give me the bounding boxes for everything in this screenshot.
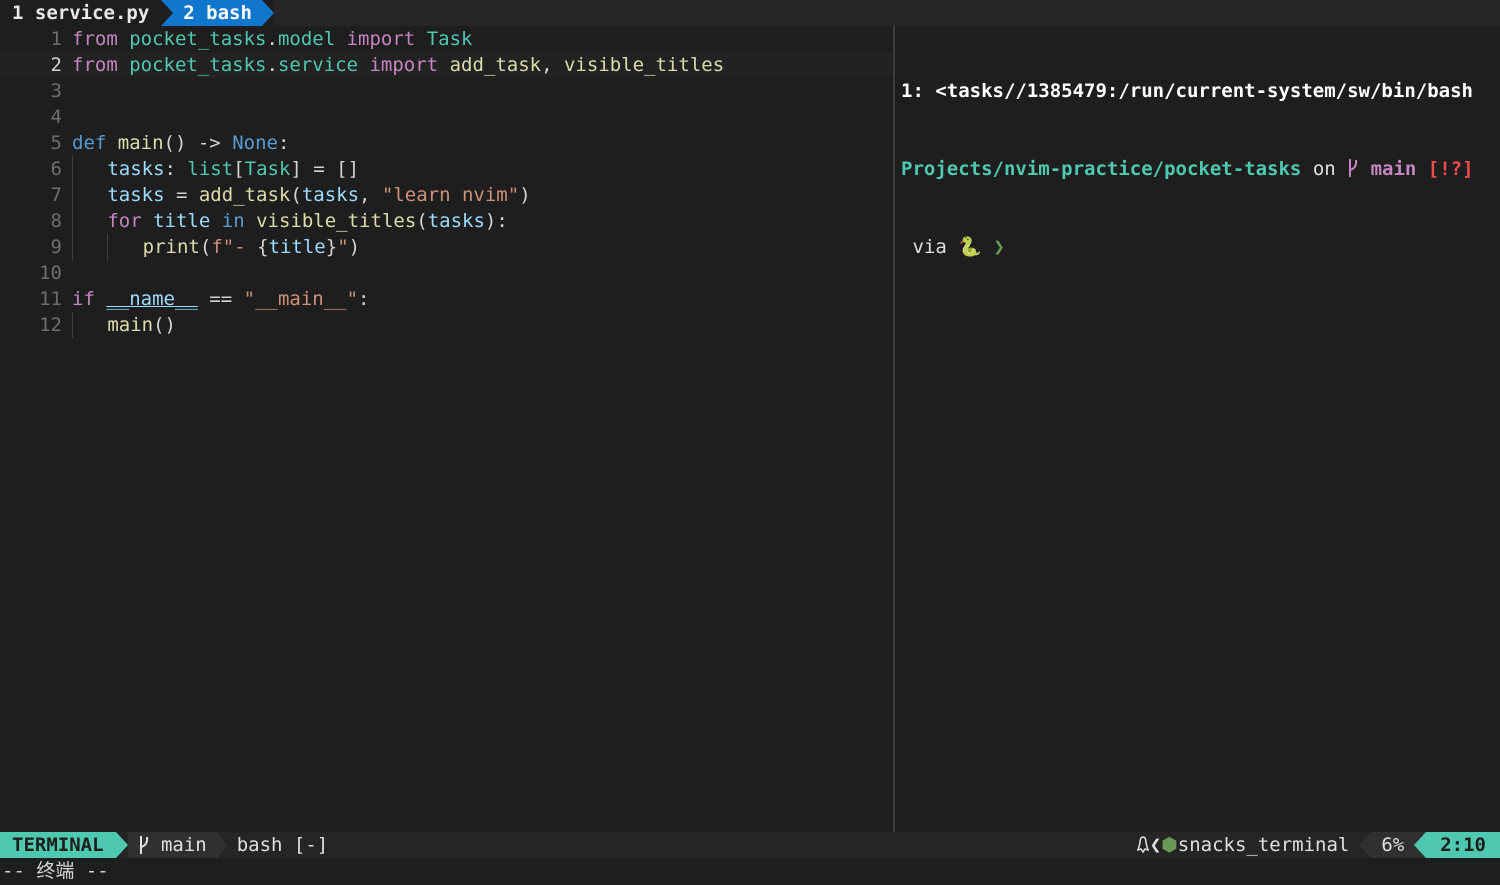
tabline: 1 service.py 2 bash [0, 0, 1500, 26]
code-line-current[interactable]: 2 from pocket_tasks.service import add_t… [0, 52, 893, 78]
filetype-name: snacks_terminal [1177, 834, 1350, 856]
shell-prompt-line-1: Projects/nvim-practice/pocket-tasks on m… [897, 156, 1500, 182]
line-number: 5 [50, 132, 62, 154]
indent-guide [72, 234, 73, 260]
indent-guide [72, 182, 73, 208]
code-line[interactable]: 11 if __name__ == "__main__": [0, 286, 893, 312]
line-number: 2 [50, 54, 62, 76]
line-number: 3 [50, 80, 62, 102]
code-text: def main() -> None: [72, 132, 290, 154]
mode-separator [115, 832, 128, 858]
prompt-path: Projects/nvim-practice/pocket-tasks [901, 158, 1302, 180]
code-line[interactable]: 4 [0, 104, 893, 130]
git-branch-icon [1347, 158, 1359, 180]
line-number: 9 [50, 236, 62, 258]
tab-separator [261, 0, 274, 26]
git-branch-icon [138, 832, 150, 858]
prompt-on: on [1301, 158, 1348, 180]
editor-pane[interactable]: 1 from pocket_tasks.model import Task 2 … [0, 26, 893, 832]
statusline: TERMINAL main bash [-] ❮ ⬢ snacks_termin… [0, 832, 1500, 858]
line-number: 10 [39, 262, 62, 284]
linux-icon [1136, 832, 1150, 858]
prompt-branch: main [1359, 158, 1417, 180]
line-number: 1 [50, 28, 62, 50]
line-number: 8 [50, 210, 62, 232]
code-line[interactable]: 8 for title in visible_titles(tasks): [0, 208, 893, 234]
line-number: 12 [39, 314, 62, 336]
tab-bash[interactable]: 2 bash [161, 0, 262, 26]
buffer-name: bash [-] [226, 832, 339, 858]
terminal-title: 1: <tasks//1385479:/run/current-system/s… [901, 80, 1473, 102]
git-branch-segment: main [127, 832, 217, 858]
command-line[interactable]: -- 终端 -- [0, 858, 1500, 885]
line-number: 6 [50, 158, 62, 180]
tabline-fill [273, 0, 1500, 26]
code-line[interactable]: 9 print(f"- {title}") [0, 234, 893, 260]
neovim-icon: ⬢ [1161, 834, 1178, 856]
prompt-via: via [901, 236, 959, 258]
indent-guide [107, 234, 109, 260]
code-line[interactable]: 10 [0, 260, 893, 286]
prompt-symbol: ❯ [981, 236, 1005, 258]
indent-guide [72, 312, 73, 338]
indent-guide [72, 208, 73, 234]
statusline-fill [338, 832, 1125, 858]
line-number: 4 [50, 106, 62, 128]
line-number: 11 [39, 288, 62, 310]
code-text: tasks = add_task(tasks, "learn nvim") [72, 182, 531, 208]
mode-indicator: TERMINAL [0, 832, 116, 858]
code-line[interactable]: 1 from pocket_tasks.model import Task [0, 26, 893, 52]
shell-prompt-line-2[interactable]: via 🐍 ❯ [897, 234, 1500, 260]
code-line[interactable]: 12 main() [0, 312, 893, 338]
code-text: from pocket_tasks.model import Task [72, 28, 473, 50]
code-text: for title in visible_titles(tasks): [72, 208, 508, 234]
cursor-position: 2:10 [1426, 832, 1500, 858]
code-text: if __name__ == "__main__": [72, 288, 370, 310]
filetype-segment: ❮ ⬢ snacks_terminal [1125, 832, 1360, 858]
git-separator [216, 832, 227, 858]
code-line[interactable]: 7 tasks = add_task(tasks, "learn nvim") [0, 182, 893, 208]
code-text: from pocket_tasks.service import add_tas… [72, 54, 725, 76]
python-icon: 🐍 [958, 236, 982, 258]
code-line[interactable]: 3 [0, 78, 893, 104]
code-line[interactable]: 6 tasks: list[Task] = [] [0, 156, 893, 182]
chevron-left-icon: ❮ [1149, 834, 1162, 856]
code-text: print(f"- {title}") [72, 234, 360, 260]
terminal-pane[interactable]: 1: <tasks//1385479:/run/current-system/s… [897, 26, 1500, 832]
pos-separator [1414, 832, 1427, 858]
code-text: main() [72, 312, 176, 338]
indent-guide [72, 156, 73, 182]
prompt-git-status: [!?] [1416, 158, 1474, 180]
pct-separator [1359, 832, 1372, 858]
scroll-percent: 6% [1371, 832, 1415, 858]
window-separator[interactable] [893, 26, 895, 832]
code-text: tasks: list[Task] = [] [72, 156, 359, 182]
code-line[interactable]: 5 def main() -> None: [0, 130, 893, 156]
branch-name: main [149, 834, 207, 856]
line-number: 7 [50, 184, 62, 206]
tab-service-py[interactable]: 1 service.py [0, 0, 162, 26]
